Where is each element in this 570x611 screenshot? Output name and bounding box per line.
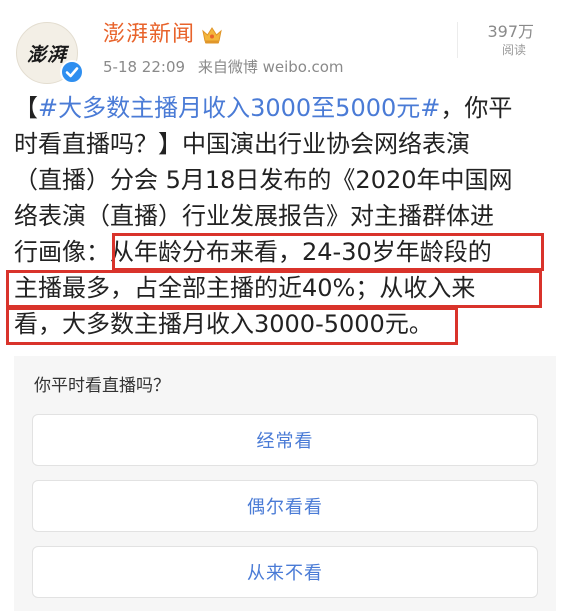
text-segment: 看，大多数主播月收入3000-5000元。 — [14, 310, 433, 338]
text-segment: 时看直播吗？】中国演出行业协会网络表演 — [14, 130, 470, 158]
view-count: 397万 阅读 — [457, 22, 534, 58]
post-header: 澎湃 澎湃新闻 5-18 22:09 来自微博 weibo.com 397万 阅… — [0, 0, 570, 86]
name-row: 澎湃新闻 — [103, 20, 223, 50]
text-segment: （直播）分会 5月18日发布的《2020年中国网 — [14, 166, 513, 194]
post-timestamp: 5-18 22:09 — [103, 58, 186, 76]
poll-option-often[interactable]: 经常看 — [32, 414, 538, 466]
post-meta: 5-18 22:09 来自微博 weibo.com — [103, 56, 344, 78]
text-line: 看，大多数主播月收入3000-5000元。 — [14, 306, 433, 342]
account-name[interactable]: 澎湃新闻 — [103, 20, 195, 50]
text-line: 络表演（直播）行业发展报告》对主播群体进 — [14, 198, 494, 234]
text-segment: 络表演（直播）行业发展报告》对主播群体进 — [14, 202, 494, 230]
poll-option-sometimes[interactable]: 偶尔看看 — [32, 480, 538, 532]
text-line: 行画像：从年龄分布来看，24-30岁年龄段的 — [14, 234, 492, 270]
text-segment: 行画像：从年龄分布来看，24-30岁年龄段的 — [14, 238, 492, 266]
text-segment: ，你平 — [440, 94, 513, 122]
text-line: 时看直播吗？】中国演出行业协会网络表演 — [14, 126, 470, 162]
text-segment: 【 — [14, 94, 38, 122]
post-source: 来自微博 weibo.com — [197, 58, 344, 76]
text-line: 【#大多数主播月收入3000至5000元#，你平 — [14, 90, 512, 126]
weibo-post: 澎湃 澎湃新闻 5-18 22:09 来自微博 weibo.com 397万 阅… — [0, 0, 570, 611]
poll-card: 你平时看直播吗？ 经常看 偶尔看看 从来不看 — [14, 356, 556, 611]
poll-option-never[interactable]: 从来不看 — [32, 546, 538, 598]
avatar-logo-text: 澎湃 — [26, 43, 67, 66]
verified-badge-icon — [60, 60, 84, 84]
crown-icon — [202, 27, 222, 44]
text-line: （直播）分会 5月18日发布的《2020年中国网 — [14, 162, 513, 198]
text-line: 主播最多，占全部主播的近40%；从收入来 — [14, 270, 475, 306]
views-label: 阅读 — [501, 43, 526, 57]
views-count: 397万 — [487, 22, 534, 41]
text-segment: 主播最多，占全部主播的近40%；从收入来 — [14, 274, 476, 302]
poll-question: 你平时看直播吗？ — [34, 376, 170, 396]
hashtag-link[interactable]: #大多数主播月收入3000至5000元# — [38, 94, 440, 122]
